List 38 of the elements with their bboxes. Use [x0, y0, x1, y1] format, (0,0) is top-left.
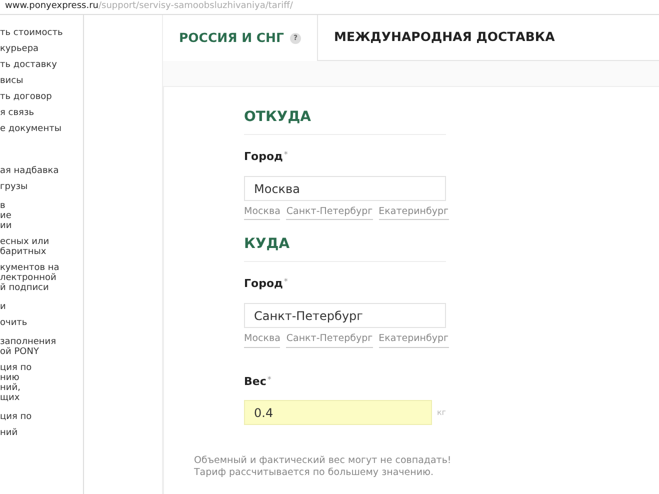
sidebar-item[interactable]: ть договор: [0, 89, 83, 105]
tab[interactable]: МЕЖДУНАРОДНАЯ ДОСТАВКА: [318, 15, 659, 61]
sidebar-item[interactable]: ция по нию ний, щих: [0, 363, 83, 403]
sidebar-item[interactable]: грузы: [0, 179, 83, 195]
sidebar-item[interactable]: очить: [0, 315, 83, 331]
required-mark: *: [284, 149, 288, 161]
field-label: Город: [244, 149, 283, 165]
weight-note: Объемный и фактический вес могут не совпадать! Тариф рассчитывается по большему значению.: [194, 455, 452, 479]
city-suggestion-link[interactable]: Москва: [244, 205, 280, 220]
required-mark: *: [267, 374, 272, 386]
weight-field[interactable]: 0.4: [244, 400, 432, 425]
sidebar-item[interactable]: е документы: [0, 121, 83, 137]
sidebar-item[interactable]: ний: [0, 425, 83, 441]
section-heading: КУДА: [244, 234, 446, 262]
sidebar-item[interactable]: в ие ии: [0, 201, 83, 231]
unit-label: кг: [436, 406, 446, 418]
sidebar-item[interactable]: ция по: [0, 409, 83, 425]
city-suggestion-link[interactable]: Москва: [244, 332, 280, 348]
sidebar-item[interactable]: ая надбавка: [0, 163, 83, 179]
sidebar-item[interactable]: заполнения ой PONY: [0, 337, 83, 357]
city-suggestion-link[interactable]: Санкт-Петербург: [286, 205, 373, 220]
section-heading: ОТКУДА: [244, 107, 446, 135]
field-label: Город: [244, 276, 283, 292]
city-field[interactable]: Санкт-Петербург: [244, 303, 446, 328]
sidebar-item[interactable]: и: [0, 299, 83, 315]
sidebar-item[interactable]: висы: [0, 73, 83, 89]
sidebar-item[interactable]: ть стоимость: [0, 25, 83, 41]
sidebar-item[interactable]: есных или баритных: [0, 237, 83, 257]
sidebar-item[interactable]: кументов на лектронной й подписи: [0, 263, 83, 293]
field-label: Вес: [244, 374, 266, 390]
sidebar-item[interactable]: ть доставку: [0, 57, 83, 73]
city-field[interactable]: Москва: [244, 176, 446, 201]
required-mark: *: [284, 276, 288, 288]
city-suggestion-link[interactable]: Екатеринбург: [378, 205, 449, 220]
city-suggestion-link[interactable]: Санкт-Петербург: [286, 332, 373, 348]
sidebar-item[interactable]: я связь: [0, 105, 83, 121]
sidebar-item[interactable]: курьера: [0, 41, 83, 57]
city-suggestion-link[interactable]: Екатеринбург: [378, 332, 449, 348]
